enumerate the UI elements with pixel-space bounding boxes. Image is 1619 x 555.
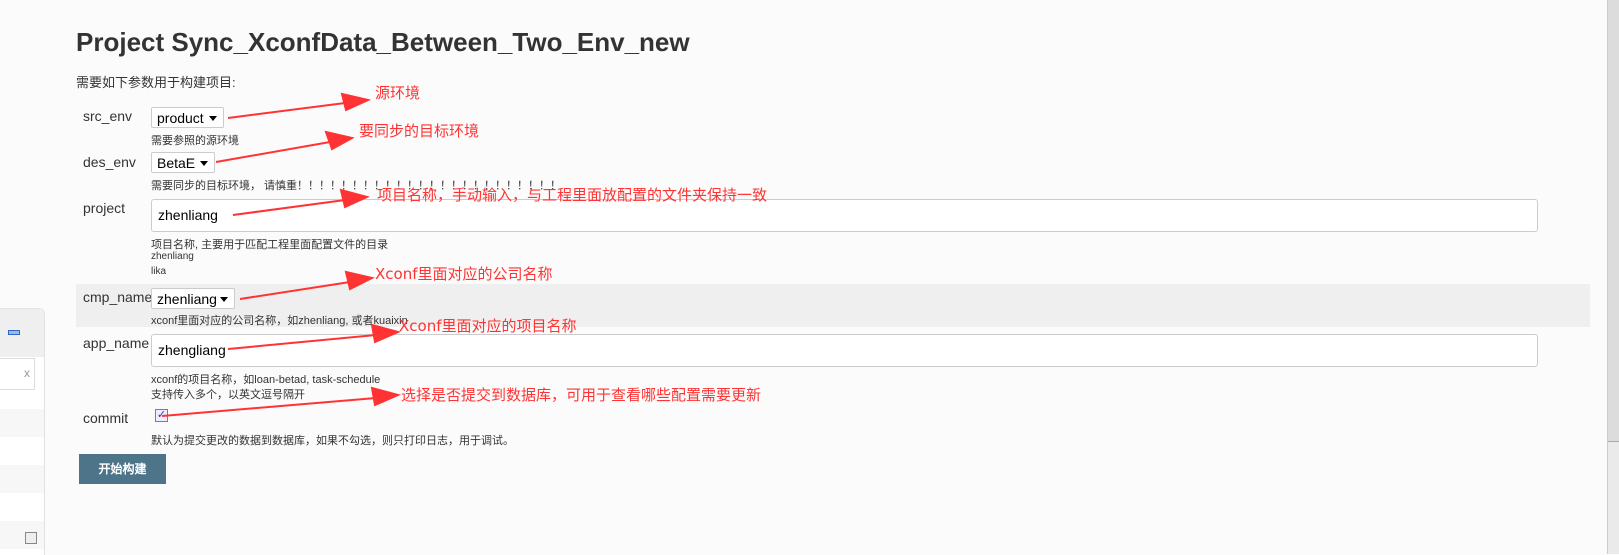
arrow-icon (215, 141, 331, 163)
annotation-project: 项目名称，手动输入，与工程里面放配置的文件夹保持一致 (377, 186, 768, 204)
annotation-commit: 选择是否提交到数据库，可用于查看哪些配置需要更新 (401, 386, 762, 404)
arrowhead-icon (340, 92, 372, 112)
arrowhead-icon (344, 270, 375, 291)
arrow-icon (232, 199, 346, 216)
scrollbar-thumb[interactable] (1608, 0, 1619, 442)
annotation-app-name: Xconf里面对应的项目名称 (399, 317, 577, 335)
annotation-des-env: 要同步的目标环境 (359, 122, 480, 140)
arrowhead-icon (324, 130, 355, 151)
arrow-icon (161, 397, 377, 417)
arrowhead-icon (370, 323, 402, 344)
arrow-icon (227, 334, 377, 350)
arrow-icon (239, 281, 351, 300)
arrowhead-icon (339, 188, 370, 209)
annotation-src-env: 源环境 (375, 84, 421, 102)
annotation-cmp-name: Xconf里面对应的公司名称 (375, 265, 553, 283)
annotation-arrows (161, 92, 402, 417)
arrow-icon (227, 102, 346, 119)
arrowhead-icon (370, 386, 402, 407)
